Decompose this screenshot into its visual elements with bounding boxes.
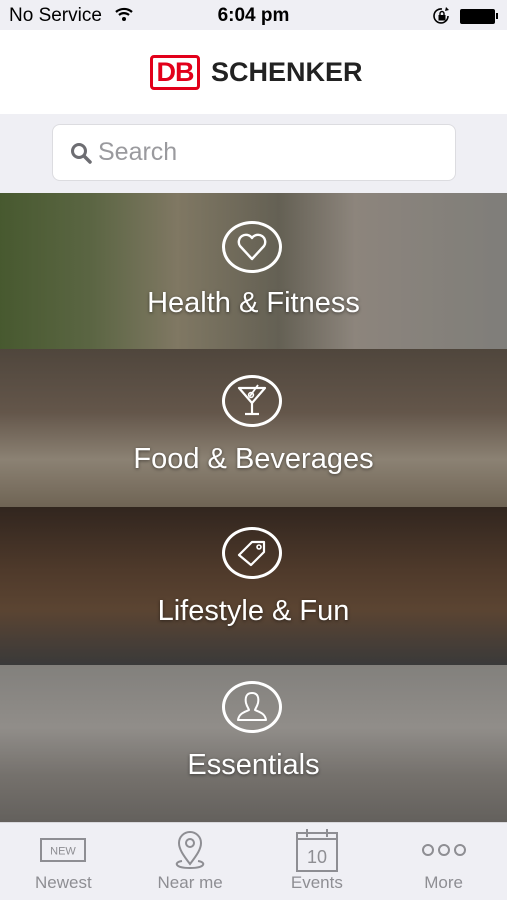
tab-label: Events — [290, 873, 343, 892]
category-tile-essentials[interactable]: Essentials — [0, 665, 507, 822]
search-bar[interactable] — [52, 124, 456, 181]
location-pin-icon — [170, 823, 210, 873]
category-label: Food & Beverages — [133, 443, 374, 475]
calendar-icon: 10 — [295, 823, 339, 873]
tab-label: More — [424, 873, 463, 892]
cocktail-icon — [222, 375, 282, 427]
tag-icon — [222, 527, 282, 579]
new-badge-icon: NEW — [39, 823, 87, 873]
category-tile-lifestyle-fun[interactable]: Lifestyle & Fun — [0, 507, 507, 665]
battery-icon — [460, 9, 495, 24]
tab-label: Newest — [35, 873, 92, 892]
tab-events[interactable]: 10 Events — [254, 823, 381, 900]
battery-tip — [496, 13, 498, 19]
tab-near-me[interactable]: Near me — [127, 823, 254, 900]
db-schenker-logo: DB SCHENKER — [150, 55, 363, 90]
search-area — [0, 114, 507, 193]
tab-bar: NEW Newest Near me 10 Events More — [0, 822, 507, 900]
app-header: DB SCHENKER — [0, 30, 507, 114]
status-bar: No Service 6:04 pm — [0, 0, 507, 30]
category-label: Health & Fitness — [147, 287, 360, 319]
category-tile-food-beverages[interactable]: Food & Beverages — [0, 349, 507, 507]
logo-text: SCHENKER — [211, 57, 363, 87]
search-icon — [71, 142, 92, 164]
tab-more[interactable]: More — [380, 823, 507, 900]
rotation-lock-icon — [432, 6, 452, 32]
tab-label: Near me — [157, 873, 223, 892]
calendar-day-text: 10 — [307, 847, 327, 867]
category-label: Essentials — [187, 749, 320, 781]
tab-newest[interactable]: NEW Newest — [0, 823, 127, 900]
category-label: Lifestyle & Fun — [157, 595, 350, 627]
clock: 6:04 pm — [217, 5, 290, 26]
category-tile-health-fitness[interactable]: Health & Fitness — [0, 193, 507, 349]
more-dots-icon — [421, 823, 467, 873]
new-badge-text: NEW — [51, 846, 77, 858]
search-input[interactable] — [98, 138, 398, 167]
person-icon — [222, 681, 282, 733]
heart-icon — [222, 221, 282, 273]
db-logo-mark: DB — [150, 55, 200, 90]
